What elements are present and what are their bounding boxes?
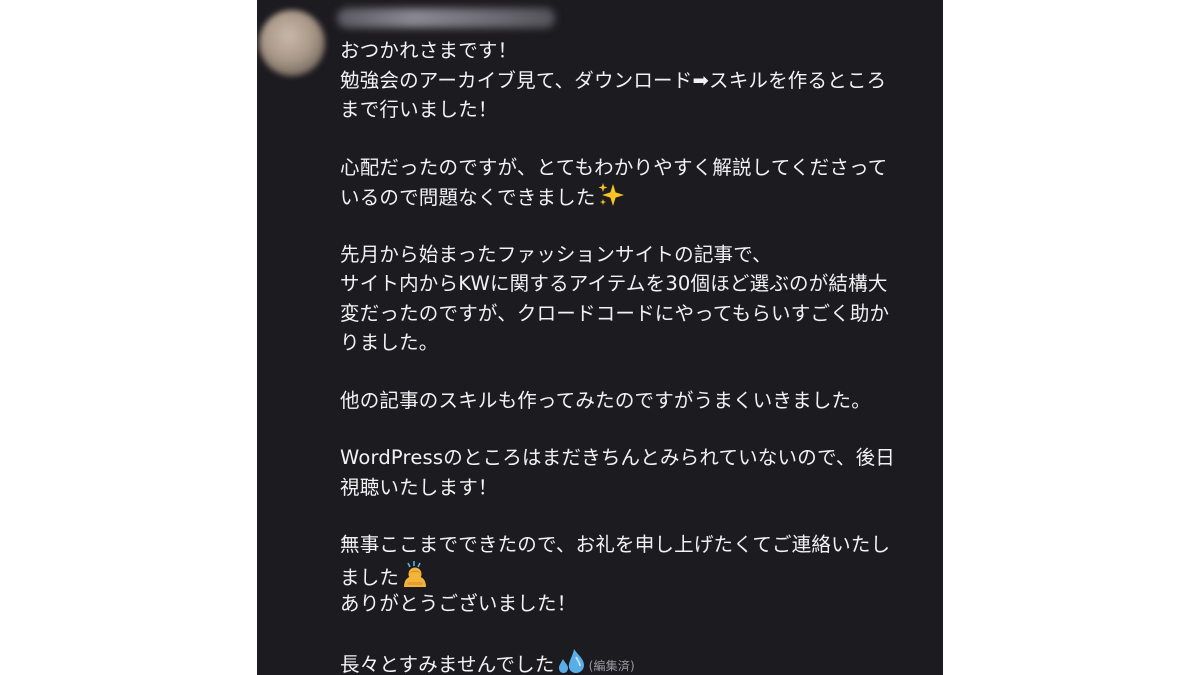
message-line: 視聴いたします！ [340, 475, 498, 499]
message-line: WordPressのところはまだきちんとみられていないので、後日 [340, 446, 895, 469]
message-line: 心配だったのですが、とてもわかりやすく解説してくださって [340, 155, 888, 179]
message-line: おつかれさまです！ [340, 39, 518, 62]
message-line: 他の記事のスキルも作ってみたのですがうまくいきました。 [340, 388, 871, 412]
message-line: まで行いました！ [340, 98, 498, 121]
message-line-text: 長々とすみませんでした [340, 652, 555, 675]
sweat-droplets-icon [556, 647, 586, 675]
edited-label: (編集済) [588, 658, 635, 673]
message-line: 勉強会のアーカイブ見て、ダウンロード➡スキルを作るところ [340, 68, 887, 92]
message-line: サイト内からKWに関するアイテムを30個ほど選ぶのが結構大 [340, 272, 888, 295]
username-blurred[interactable] [337, 8, 555, 28]
message-line: 長々とすみませんでした (編集済) [340, 647, 930, 675]
message-line-text: ました [340, 565, 400, 589]
message-line: 先月から始まったファッションサイトの記事で、 [340, 242, 772, 266]
message-line: 無事ここまでできたので、お礼を申し上げたくてご連絡いたし [340, 533, 891, 556]
message-panel: おつかれさまです！ 勉強会のアーカイブ見て、ダウンロード➡スキルを作るところ ま… [257, 0, 943, 675]
message-line: ました [340, 560, 930, 590]
message-line: りました。 [340, 331, 439, 354]
avatar[interactable] [259, 10, 325, 76]
message-body: おつかれさまです！ 勉強会のアーカイブ見て、ダウンロード➡スキルを作るところ ま… [340, 36, 930, 675]
message-line-text: いるので問題なくできました [340, 186, 596, 209]
message-line: いるので問題なくできました [340, 182, 930, 212]
sparkles-icon [597, 182, 625, 217]
message-line: 変だったのですが、クロードコードにやってもらいすごく助か [340, 301, 890, 325]
message-line: ありがとうございました！ [340, 592, 577, 615]
